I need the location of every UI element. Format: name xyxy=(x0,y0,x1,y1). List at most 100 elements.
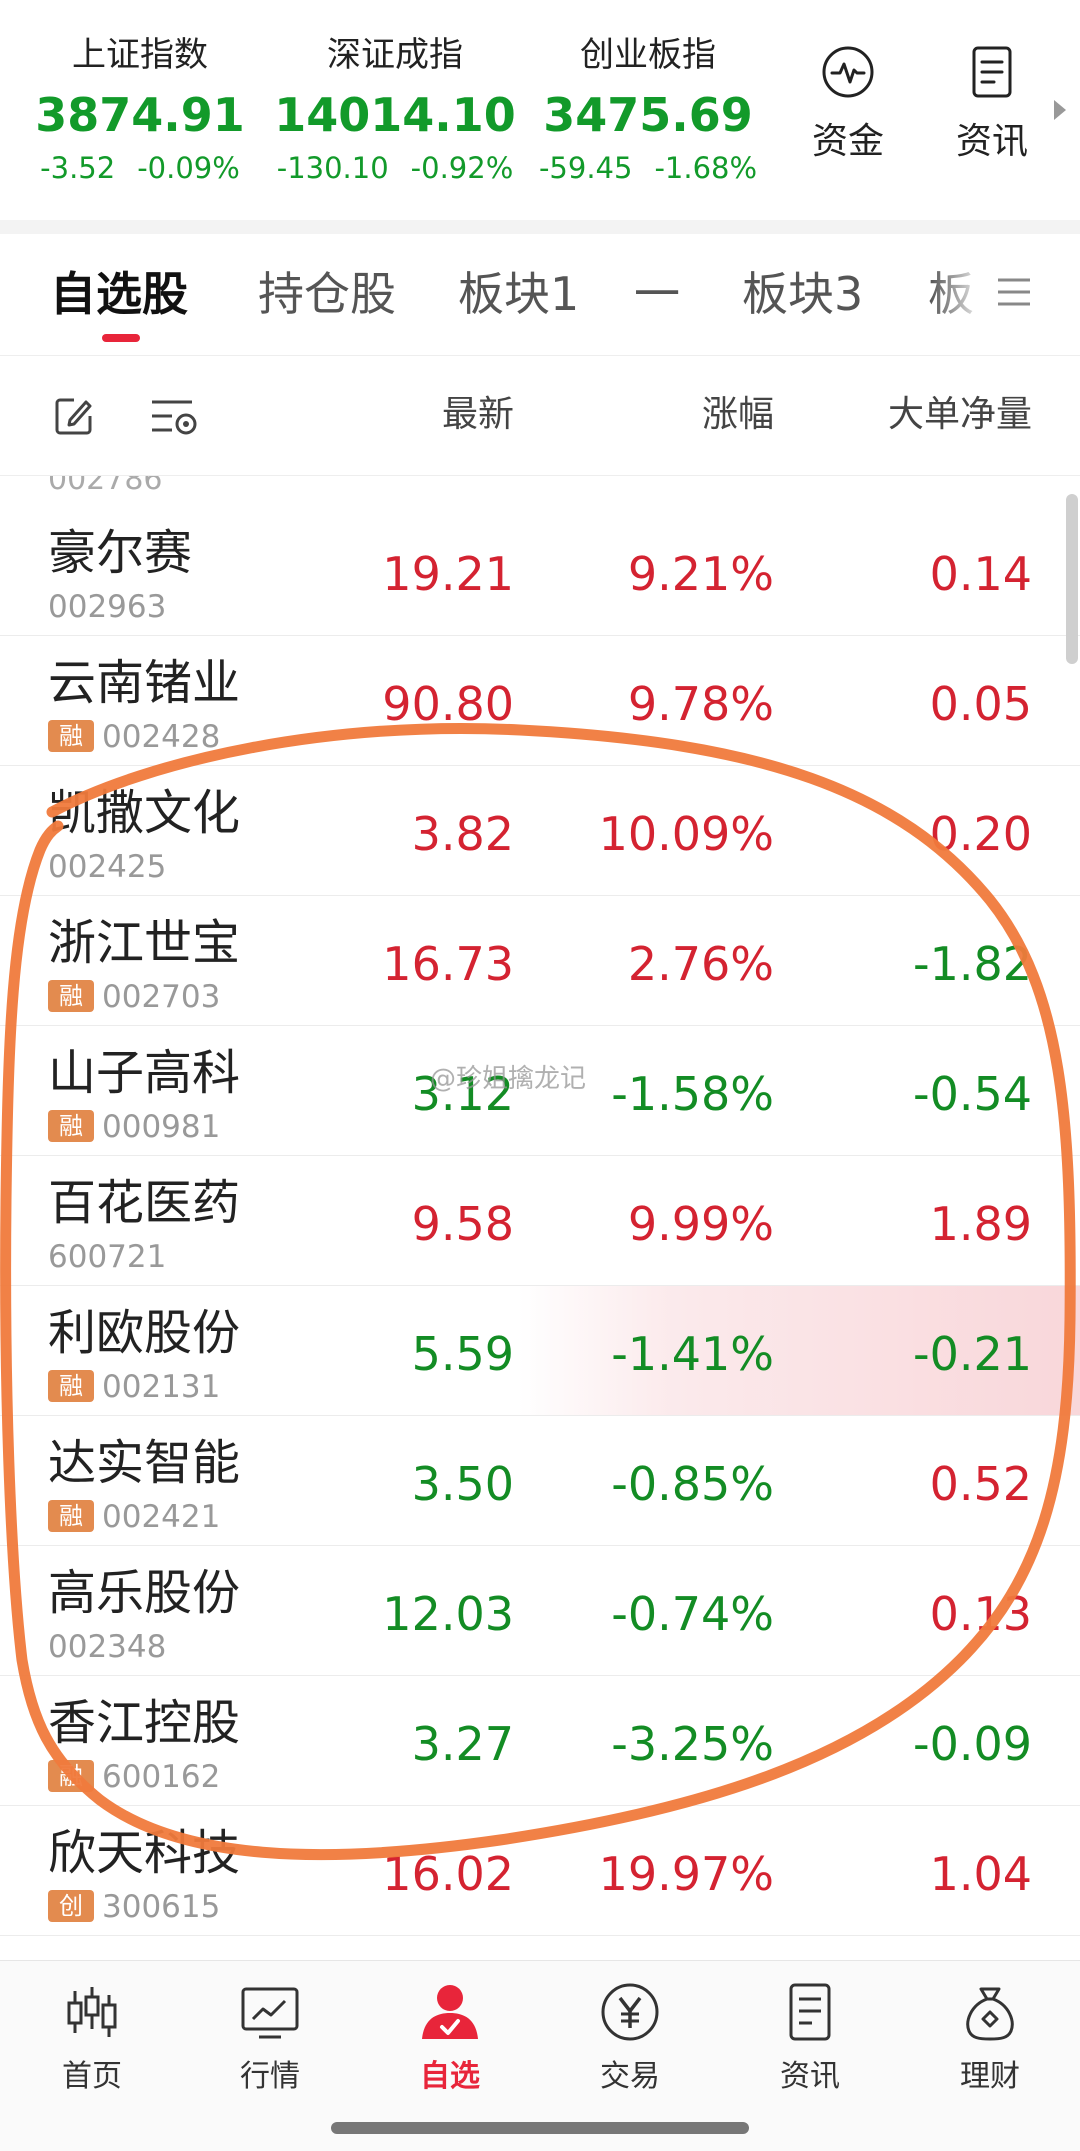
edit-icon[interactable] xyxy=(52,394,96,438)
index-sh[interactable]: 上证指数 3874.91 -3.52 -0.09% xyxy=(10,30,270,190)
index-value: 3874.91 xyxy=(35,88,245,142)
stock-name: 浙江世宝 xyxy=(48,915,241,971)
stock-row[interactable]: 利欧股份融 002131 5.59 -1.41% -0.21 xyxy=(0,1286,1080,1416)
nav-market[interactable]: 行情 xyxy=(200,1981,340,2095)
yuan-icon xyxy=(601,1983,659,2041)
stock-name: 高乐股份 xyxy=(48,1565,241,1621)
money-bag-icon xyxy=(966,1987,1014,2041)
quick-link-funds[interactable]: 资金 xyxy=(793,44,903,164)
index-name: 创业板指 xyxy=(580,35,716,75)
stock-code-line: 002348 xyxy=(48,1630,166,1664)
stock-code-line: 融 600162 xyxy=(48,1760,220,1794)
index-bar: 上证指数 3874.91 -3.52 -0.09% 深证成指 14014.10 -… xyxy=(0,0,1080,220)
stock-change-pct: -0.74% xyxy=(611,1587,774,1641)
nav-label: 交易 xyxy=(600,2059,660,2094)
stock-price: 90.80 xyxy=(382,677,514,731)
stock-name: 云南锗业 xyxy=(48,655,241,711)
stock-net-flow: 1.04 xyxy=(929,1847,1032,1901)
index-name: 深证成指 xyxy=(327,35,463,75)
stock-code: 002421 xyxy=(102,1499,221,1535)
stock-price: 3.27 xyxy=(411,1717,514,1771)
stock-price: 3.50 xyxy=(411,1457,514,1511)
nav-label: 行情 xyxy=(240,2059,300,2094)
stock-net-flow: -0.21 xyxy=(912,1327,1032,1381)
stock-row[interactable]: 香江控股融 600162 3.27 -3.25% -0.09 xyxy=(0,1676,1080,1806)
manage-list-icon[interactable] xyxy=(148,394,200,440)
stock-net-flow: 0.13 xyxy=(929,1587,1032,1641)
nav-label: 首页 xyxy=(62,2059,122,2094)
user-check-icon xyxy=(422,1985,478,2039)
stock-code: 002348 xyxy=(48,1629,167,1665)
stock-row[interactable]: 浙江世宝融 002703 16.73 2.76% -1.82 xyxy=(0,896,1080,1026)
stock-code: 000981 xyxy=(102,1109,221,1145)
nav-label: 资讯 xyxy=(780,2059,840,2094)
stock-change-pct: 9.78% xyxy=(627,677,774,731)
index-value: 3475.69 xyxy=(543,88,753,142)
stock-name: 香江控股 xyxy=(48,1695,241,1751)
tab-sector-1[interactable]: 板块1 xyxy=(458,264,579,324)
document-icon xyxy=(789,1983,831,2041)
stock-row[interactable]: 欣天科技创 300615 16.02 19.97% 1.04 xyxy=(0,1806,1080,1936)
stock-price: 16.02 xyxy=(382,1847,514,1901)
margin-badge: 融 xyxy=(48,720,94,752)
stock-change-pct: -1.58% xyxy=(611,1067,774,1121)
nav-label: 自选 xyxy=(420,2059,480,2094)
stock-name: 达实智能 xyxy=(48,1435,241,1491)
stock-code: 002963 xyxy=(48,589,167,625)
stock-row[interactable]: 达实智能融 002421 3.50 -0.85% 0.52 xyxy=(0,1416,1080,1546)
stock-code: 600721 xyxy=(48,1239,167,1275)
nav-trade[interactable]: 交易 xyxy=(560,1981,700,2095)
margin-badge: 融 xyxy=(48,1760,94,1792)
stock-price: 12.03 xyxy=(382,1587,514,1641)
home-indicator[interactable] xyxy=(331,2122,749,2134)
stock-list: 002786 豪尔赛 002963 19.21 9.21% 0.14 云南锗业融 00242… xyxy=(0,476,1080,1960)
stock-name: 凯撒文化 xyxy=(48,785,241,841)
nav-news[interactable]: 资讯 xyxy=(740,1981,880,2095)
section-divider xyxy=(0,220,1080,234)
column-header: 最新 涨幅 大单净量 xyxy=(0,356,1080,476)
stock-change-pct: -0.85% xyxy=(611,1457,774,1511)
scrollbar[interactable] xyxy=(1066,494,1078,664)
stock-row[interactable]: 百花医药 600721 9.58 9.99% 1.89 xyxy=(0,1156,1080,1286)
nav-watchlist[interactable]: 自选 xyxy=(380,1981,520,2095)
stock-code: 600162 xyxy=(102,1759,221,1795)
column-net-flow[interactable]: 大单净量 xyxy=(888,390,1032,440)
stock-row[interactable]: 高乐股份 002348 12.03 -0.74% 0.13 xyxy=(0,1546,1080,1676)
column-change-pct[interactable]: 涨幅 xyxy=(702,390,774,440)
nav-home[interactable]: 首页 xyxy=(22,1981,162,2095)
stock-code-line: 融 002428 xyxy=(48,720,220,754)
index-cyb[interactable]: 创业板指 3475.69 -59.45 -1.68% xyxy=(518,30,778,190)
stock-price: 9.58 xyxy=(411,1197,514,1251)
tab-sector-3[interactable]: 板块3 xyxy=(742,264,863,324)
tab-watchlist[interactable]: 自选股 xyxy=(50,264,188,324)
stock-price: 5.59 xyxy=(411,1327,514,1381)
tab-sector-2[interactable]: 一 xyxy=(634,264,680,324)
index-sz[interactable]: 深证成指 14014.10 -130.10 -0.92% xyxy=(265,30,525,190)
chevron-right-icon[interactable] xyxy=(1054,100,1066,120)
stock-row[interactable]: 豪尔赛 002963 19.21 9.21% 0.14 xyxy=(0,506,1080,636)
stock-net-flow: 0.14 xyxy=(929,547,1032,601)
stock-name: 豪尔赛 xyxy=(48,525,193,581)
index-change: -3.52 -0.09% xyxy=(40,151,240,185)
menu-icon[interactable] xyxy=(994,272,1034,312)
stock-code: 002425 xyxy=(48,849,167,885)
stock-change-pct: 9.99% xyxy=(627,1197,774,1251)
pulse-icon xyxy=(822,46,874,98)
stock-code-line: 600721 xyxy=(48,1240,166,1274)
stock-price: 16.73 xyxy=(382,937,514,991)
stock-row[interactable]: 凯撒文化 002425 3.82 10.09% 0.20 xyxy=(0,766,1080,896)
stock-row[interactable]: 云南锗业融 002428 90.80 9.78% 0.05 xyxy=(0,636,1080,766)
column-latest[interactable]: 最新 xyxy=(442,390,514,440)
index-value: 14014.10 xyxy=(274,88,516,142)
quick-link-news[interactable]: 资讯 xyxy=(937,44,1047,164)
stock-net-flow: -1.82 xyxy=(912,937,1032,991)
stock-code: 300615 xyxy=(102,1889,221,1925)
partial-row-code: 002786 xyxy=(48,476,163,497)
stock-name: 山子高科 xyxy=(48,1045,241,1101)
margin-badge: 融 xyxy=(48,1110,94,1142)
stock-code-line: 融 002131 xyxy=(48,1370,220,1404)
tab-holdings[interactable]: 持仓股 xyxy=(258,264,396,324)
nav-wealth[interactable]: 理财 xyxy=(920,1981,1060,2095)
stock-code-line: 融 002703 xyxy=(48,980,220,1014)
stock-price: 3.82 xyxy=(411,807,514,861)
